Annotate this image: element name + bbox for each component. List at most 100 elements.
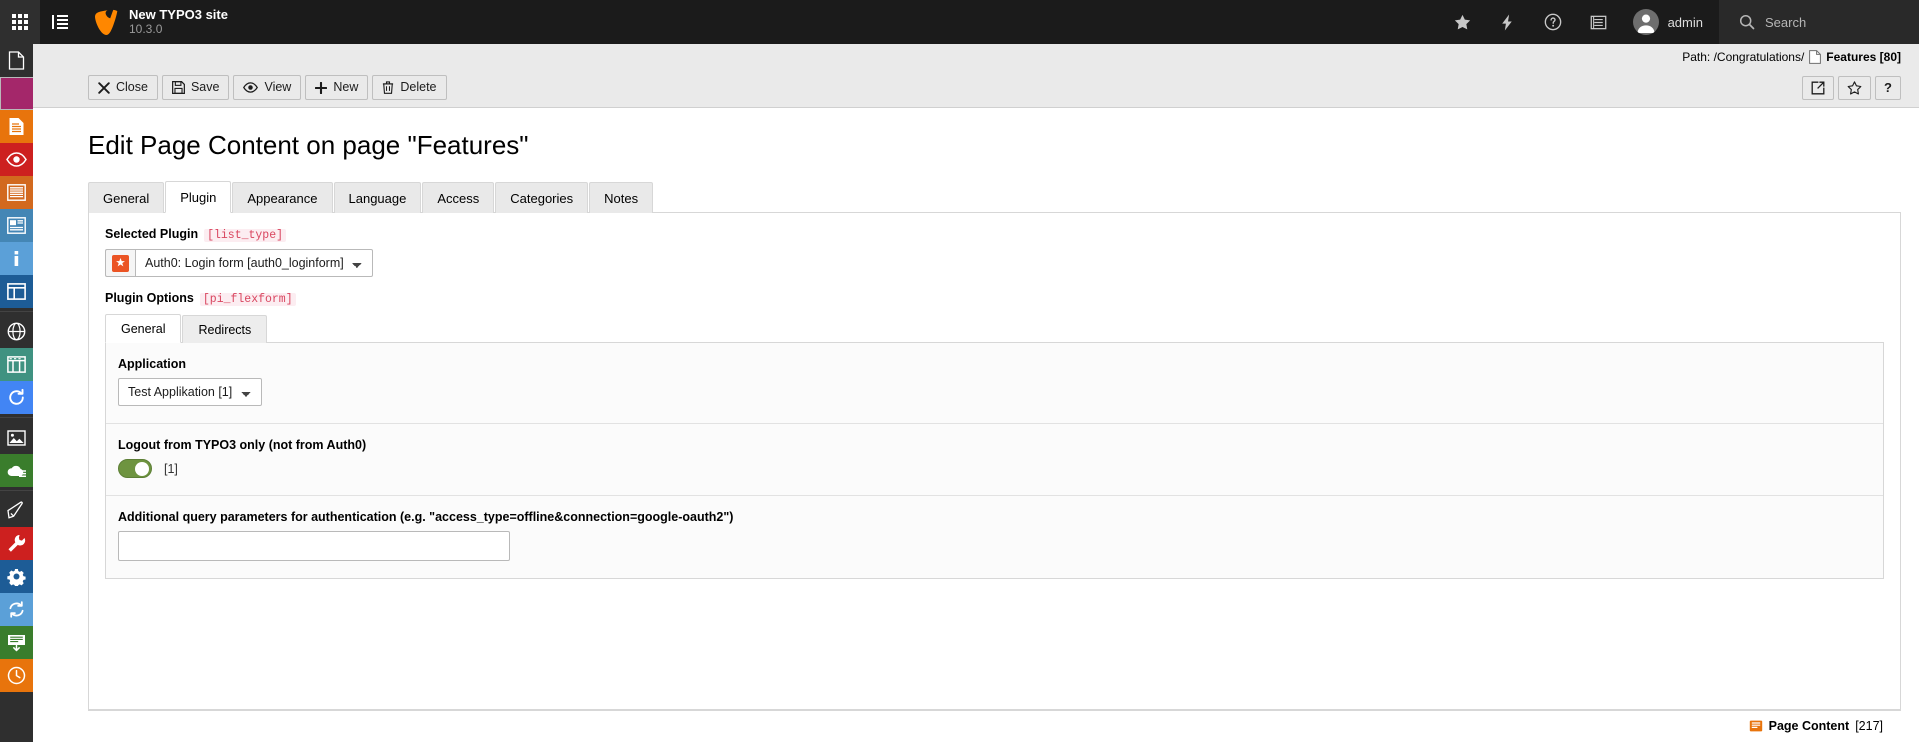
selected-plugin-control: Auth0: Login form [auth0_loginform] <box>105 249 1884 277</box>
star-icon <box>1454 14 1470 29</box>
query-params-field: Additional query parameters for authenti… <box>106 496 1883 578</box>
sidebar-item-page[interactable] <box>0 44 33 77</box>
search-icon <box>1739 14 1755 30</box>
plugin-options-label: Plugin Options <box>105 291 194 305</box>
sidebar-item-scheduler[interactable] <box>0 659 33 692</box>
footer-record-name: Page Content <box>1768 719 1850 733</box>
selected-plugin-code: [list_type] <box>204 229 287 242</box>
flexform-tab-redirects[interactable]: Redirects <box>182 315 268 343</box>
plugin-options-code: [pi_flexform] <box>199 293 296 306</box>
view-button[interactable]: View <box>233 75 302 100</box>
tab-plugin[interactable]: Plugin <box>165 181 232 213</box>
tab-appearance[interactable]: Appearance <box>232 182 333 213</box>
selected-plugin-section: Selected Plugin [list_type] Auth0: Login… <box>89 213 1900 277</box>
save-button[interactable]: Save <box>161 75 230 100</box>
sidebar-item-recycler[interactable] <box>0 381 33 414</box>
save-icon <box>172 81 185 94</box>
bookmark-button[interactable] <box>1838 75 1872 100</box>
trash-icon <box>383 81 394 94</box>
search-toolbar-item[interactable]: Search <box>1719 0 1919 44</box>
sidebar-item-maintenance[interactable] <box>0 527 33 560</box>
logout-label: Logout from TYPO3 only (not from Auth0) <box>118 438 367 452</box>
tab-language[interactable]: Language <box>333 182 422 213</box>
sidebar-item-content[interactable] <box>0 110 33 143</box>
sidebar-item-info[interactable] <box>0 242 33 275</box>
environment-module-icon <box>8 634 25 651</box>
tab-categories[interactable]: Categories <box>495 182 589 213</box>
doc-header-secondary-actions: ? <box>1802 75 1901 100</box>
sidebar-item-extensions[interactable] <box>0 494 33 527</box>
sidebar-item-filelist[interactable] <box>0 421 33 454</box>
module-menu <box>0 44 33 742</box>
sidebar-item-upgrade[interactable] <box>0 593 33 626</box>
module-group-site <box>0 315 33 414</box>
sidebar-item-form[interactable] <box>0 176 33 209</box>
user-avatar-icon <box>1637 14 1654 33</box>
list-tree-icon <box>52 15 68 29</box>
query-params-input[interactable] <box>118 531 510 561</box>
breadcrumb-path: Path: /Congratulations/ <box>1682 49 1805 64</box>
application-label: Application <box>118 357 187 371</box>
clear-cache-toolbar-item[interactable] <box>1485 0 1530 44</box>
sidebar-item-layout[interactable] <box>0 275 33 308</box>
flash-icon <box>1501 14 1512 30</box>
auth0-logo-icon <box>105 249 135 277</box>
typo3-version: 10.3.0 <box>129 21 163 36</box>
tab-access[interactable]: Access <box>422 182 495 213</box>
delete-button[interactable]: Delete <box>372 75 447 100</box>
sidebar-item-environment[interactable] <box>0 626 33 659</box>
grid-icon <box>12 14 28 30</box>
help-toolbar-item[interactable] <box>1530 0 1576 44</box>
new-button-label: New <box>333 80 359 94</box>
cloud-module-icon <box>7 465 26 477</box>
content-area: Path: /Congratulations/ Features [80] Cl… <box>33 44 1919 742</box>
sidebar-item-list[interactable] <box>0 77 33 110</box>
bookmark-toolbar-item[interactable] <box>1440 0 1485 44</box>
application-select[interactable]: Test Applikation [1] <box>118 378 262 406</box>
view-button-label: View <box>264 80 292 94</box>
module-menu-toggle-button[interactable] <box>0 0 40 44</box>
sidebar-item-settings[interactable] <box>0 560 33 593</box>
footer-record-uid: [217] <box>1855 719 1883 733</box>
module-group-divider <box>0 311 33 312</box>
tab-notes[interactable]: Notes <box>589 182 654 213</box>
tab-panel-plugin: Selected Plugin [list_type] Auth0: Login… <box>88 213 1901 710</box>
breadcrumb-record: Features [80] <box>1809 50 1901 64</box>
list-icon <box>1590 15 1606 29</box>
top-bar-spacer <box>242 0 1440 44</box>
sidebar-item-view[interactable] <box>0 143 33 176</box>
doc-header: Close Save View New Delete ? <box>33 69 1919 108</box>
user-menu[interactable]: admin <box>1621 0 1719 44</box>
module-group-file <box>0 421 33 487</box>
sidebar-item-sites[interactable] <box>0 315 33 348</box>
sidebar-item-template[interactable] <box>0 348 33 381</box>
external-link-icon <box>1811 81 1825 94</box>
list-view-toggle-button[interactable] <box>40 0 80 44</box>
star-outline-icon <box>1847 80 1862 95</box>
new-button[interactable]: New <box>305 75 369 100</box>
close-icon <box>98 81 110 94</box>
sidebar-item-news[interactable] <box>0 209 33 242</box>
page-icon <box>1809 49 1822 64</box>
close-button-label: Close <box>116 80 148 94</box>
typo3-logo-icon <box>95 9 118 35</box>
top-bar-actions: admin Search <box>1440 0 1919 44</box>
layout-module-icon <box>7 283 26 300</box>
help-icon <box>1544 13 1561 31</box>
help-button[interactable]: ? <box>1875 75 1901 100</box>
tab-general[interactable]: General <box>88 182 165 213</box>
open-in-new-window-button[interactable] <box>1802 75 1835 100</box>
logout-toggle[interactable] <box>118 459 152 478</box>
view-icon <box>243 82 259 93</box>
template-module-icon <box>7 356 26 373</box>
recycler-module-icon <box>9 388 24 405</box>
module-body: Edit Page Content on page "Features" Gen… <box>33 108 1919 742</box>
systeminformation-toolbar-item[interactable] <box>1576 0 1621 44</box>
content-element-icon <box>1749 720 1762 732</box>
flexform-tab-general[interactable]: General <box>105 314 182 343</box>
toggle-knob <box>135 461 149 476</box>
doc-header-primary-actions: Close Save View New Delete <box>88 75 447 100</box>
selected-plugin-select[interactable]: Auth0: Login form [auth0_loginform] <box>135 249 373 277</box>
close-button[interactable]: Close <box>88 75 158 100</box>
sidebar-item-cloud[interactable] <box>0 454 33 487</box>
